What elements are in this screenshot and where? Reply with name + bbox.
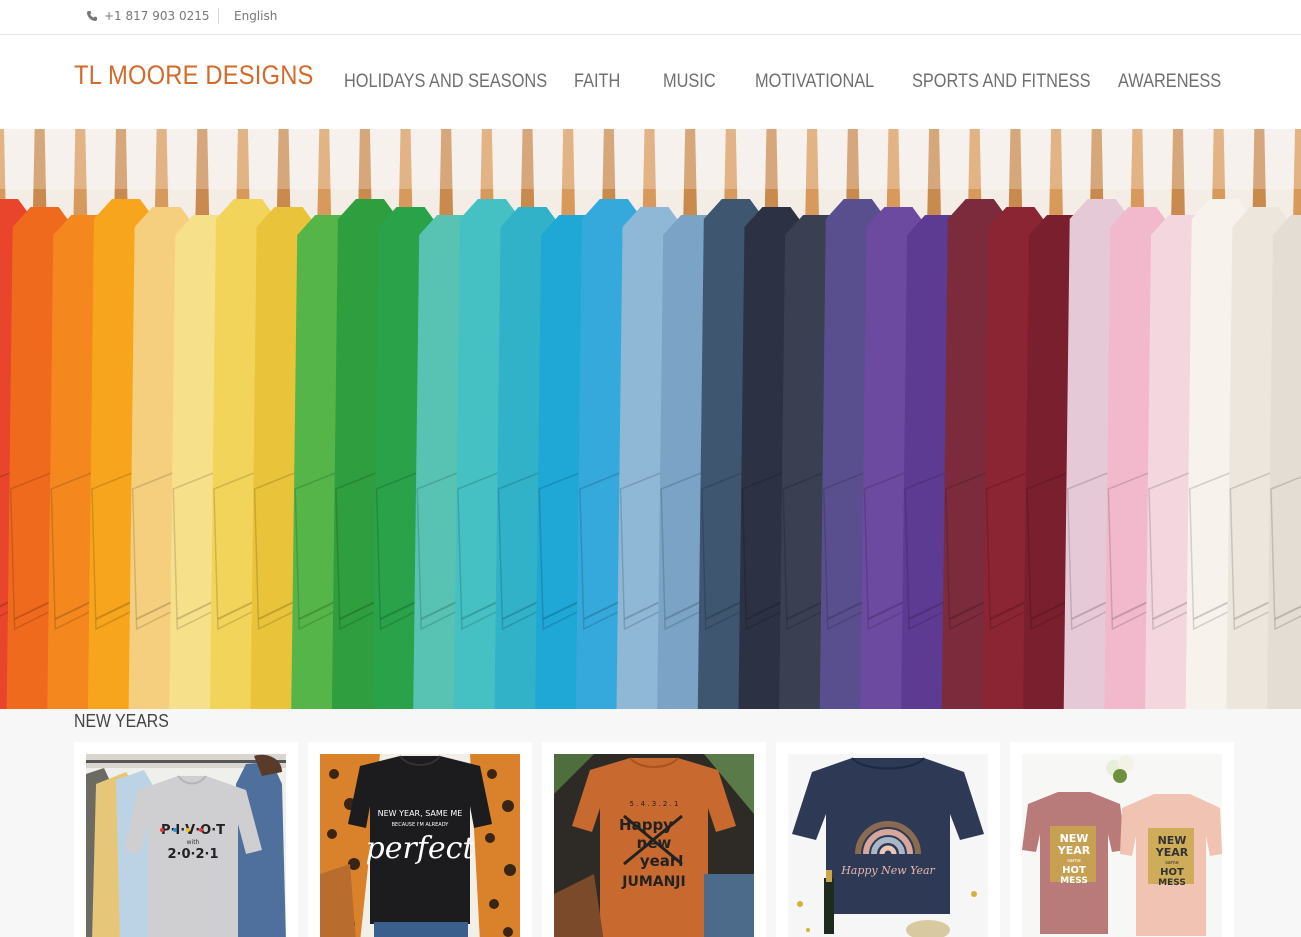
top-bar: +1 817 903 0215 English	[0, 0, 1301, 35]
divider	[218, 8, 219, 24]
product-image[interactable]: NEW YEAR same HOT MESS NEW YEAR same HOT…	[1022, 754, 1222, 937]
shirt-text: BECAUSE I'M ALREADY	[392, 822, 450, 828]
nav-item-motivational[interactable]: MOTIVATIONAL	[755, 71, 890, 93]
nav-item-music[interactable]: MUSIC	[663, 71, 742, 93]
product-section: NEW YEARS P·I·V·O·T with 2·0·2·1 NEW YEA…	[0, 709, 1301, 937]
shirt-text: YEAR	[1155, 846, 1189, 859]
nav-item-sports-and-fitness[interactable]: SPORTS AND FITNESS	[912, 71, 1091, 93]
shirt-text: 2·0·2·1	[168, 847, 219, 862]
phone-contact[interactable]: +1 817 903 0215	[86, 9, 209, 23]
shirt-text: same	[1067, 858, 1081, 864]
site-logo[interactable]: TL MOORE DESIGNS	[74, 60, 314, 91]
shirt-text: MESS	[1158, 878, 1186, 888]
shirt-text: MESS	[1060, 876, 1088, 886]
product-card[interactable]: 5 . 4 . 3 . 2 . 1 Happy new year! JUMANJ…	[542, 742, 766, 937]
shirt-text: Happy New Year	[840, 864, 935, 877]
product-image[interactable]: NEW YEAR, SAME ME BECAUSE I'M ALREADY pe…	[320, 754, 520, 937]
product-card[interactable]: NEW YEAR same HOT MESS NEW YEAR same HOT…	[1010, 742, 1234, 937]
shirt-text: same	[1165, 860, 1179, 866]
product-card[interactable]: Happy New Year	[776, 742, 1000, 937]
main-nav: HOLIDAYS AND SEASONS FAITH MUSIC MOTIVAT…	[344, 71, 1238, 93]
product-card[interactable]: P·I·V·O·T with 2·0·2·1	[74, 742, 298, 937]
shirt-text: NEW YEAR, SAME ME	[378, 809, 463, 818]
phone-icon	[87, 11, 97, 21]
product-image[interactable]: Happy New Year	[788, 754, 988, 937]
shirt-text: perfect	[365, 831, 475, 866]
shirt-text: with	[187, 839, 200, 846]
section-title: NEW YEARS	[74, 711, 169, 731]
nav-item-faith[interactable]: FAITH	[574, 71, 651, 93]
site-header: TL MOORE DESIGNS HOLIDAYS AND SEASONS FA…	[0, 35, 1301, 129]
shirt-text: P·I·V·O·T	[161, 823, 225, 838]
shirt-text: 5 . 4 . 3 . 2 . 1	[630, 800, 679, 808]
phone-number: +1 817 903 0215	[104, 9, 210, 23]
shirt-text: YEAR	[1057, 844, 1091, 857]
nav-item-awareness[interactable]: AWARENESS	[1118, 71, 1221, 93]
rainbow-shirts-image	[0, 129, 1301, 709]
shirt-text: HOT	[1062, 865, 1086, 876]
shirt-text: HOT	[1160, 867, 1184, 878]
language-selector[interactable]: English	[234, 9, 277, 23]
nav-item-holidays-and-seasons[interactable]: HOLIDAYS AND SEASONS	[344, 71, 547, 93]
hero-banner-image	[0, 129, 1301, 709]
shirt-text: JUMANJI	[621, 874, 685, 890]
product-image[interactable]: 5 . 4 . 3 . 2 . 1 Happy new year! JUMANJ…	[554, 754, 754, 937]
product-card[interactable]: NEW YEAR, SAME ME BECAUSE I'M ALREADY pe…	[308, 742, 532, 937]
product-image[interactable]: P·I·V·O·T with 2·0·2·1	[86, 754, 286, 937]
